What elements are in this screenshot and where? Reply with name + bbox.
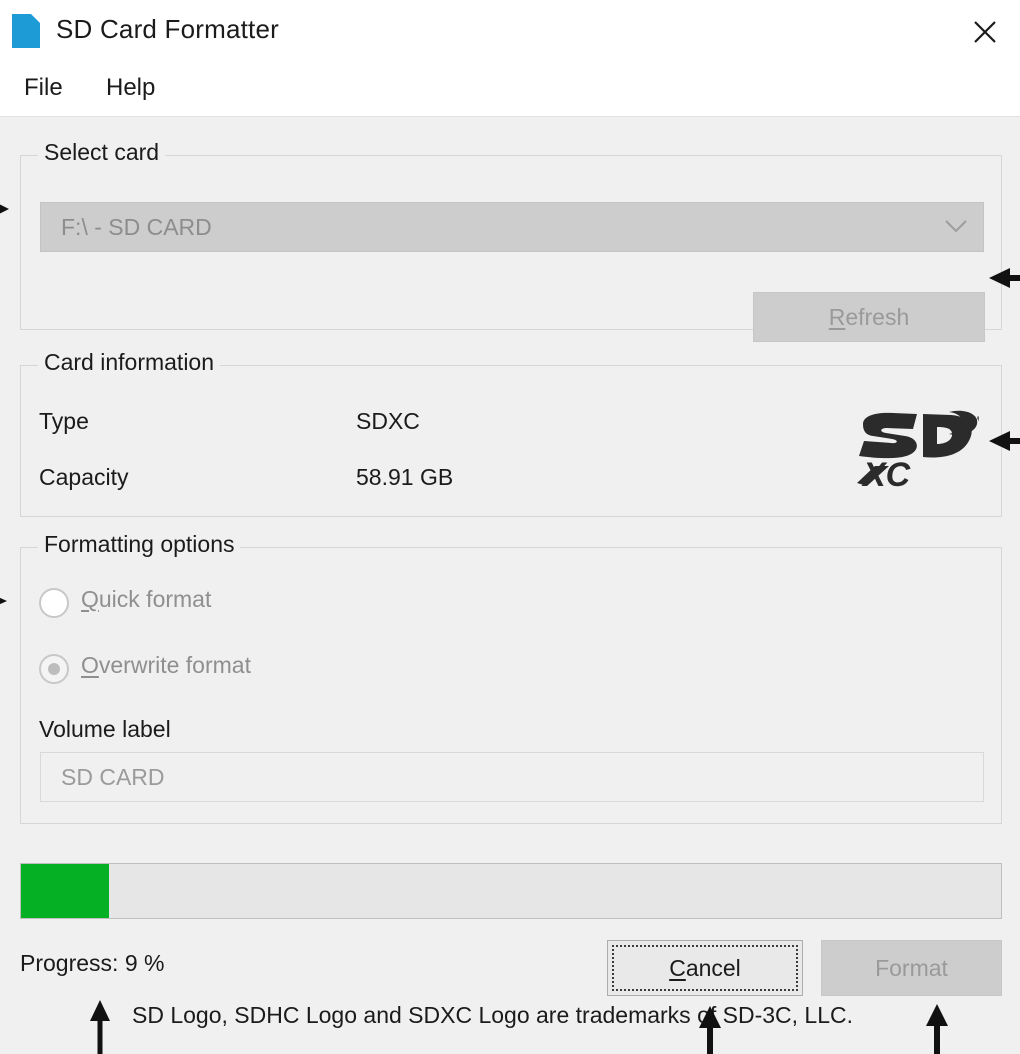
menu-bar: File Help (0, 62, 1020, 117)
refresh-button[interactable]: Refresh (753, 292, 985, 342)
card-information-legend: Card information (38, 349, 221, 376)
chevron-down-icon (945, 219, 967, 233)
sdxc-logo: ™ XC (853, 410, 983, 494)
radio-overwrite-format-label: Overwrite format (81, 652, 251, 678)
volume-label-input[interactable]: SD CARD (40, 752, 984, 802)
card-select-value: F:\ - SD CARD (61, 214, 212, 240)
radio-unchecked-icon (39, 588, 69, 618)
radio-checked-icon (39, 654, 69, 684)
select-card-legend: Select card (38, 139, 166, 166)
close-button[interactable] (950, 2, 1020, 58)
format-button[interactable]: Format (821, 940, 1002, 996)
formatting-options-legend: Formatting options (38, 531, 241, 558)
card-capacity-value: 58.91 GB (356, 464, 454, 490)
progress-bar-fill (21, 864, 110, 918)
svg-text:XC: XC (861, 456, 911, 488)
menu-item-help[interactable]: Help (100, 74, 161, 102)
radio-quick-format-label: Quick format (81, 586, 212, 612)
card-type-value: SDXC (356, 408, 420, 434)
card-information-group: Card information Type SDXC Capacity 58.9… (20, 349, 1002, 517)
svg-text:™: ™ (969, 415, 980, 427)
window-title: SD Card Formatter (56, 14, 280, 44)
refresh-button-label: Refresh (828, 304, 910, 330)
menu-item-file[interactable]: File (18, 74, 69, 102)
volume-label-caption: Volume label (39, 716, 171, 742)
progress-text: Progress: 9 % (20, 950, 165, 976)
formatting-options-group: Formatting options Quick format Overwrit… (20, 531, 1002, 824)
card-select-combobox[interactable]: F:\ - SD CARD (40, 202, 984, 252)
format-button-label: Format (875, 955, 948, 981)
cancel-button-label: Cancel (669, 955, 741, 981)
sd-card-icon (12, 14, 40, 48)
card-capacity-label: Capacity (39, 464, 129, 490)
card-type-label: Type (39, 408, 89, 434)
progress-bar (20, 863, 1002, 919)
title-bar: SD Card Formatter (0, 0, 1020, 62)
trademark-notice: SD Logo, SDHC Logo and SDXC Logo are tra… (132, 1002, 854, 1028)
select-card-group: Select card F:\ - SD CARD Refresh (20, 139, 1002, 342)
client-area: Select card F:\ - SD CARD Refresh Card i… (0, 117, 1020, 1054)
volume-label-value: SD CARD (61, 764, 165, 790)
sd-card-formatter-window: SD Card Formatter File Help Select card … (0, 0, 1020, 1054)
cancel-button[interactable]: Cancel (607, 940, 803, 996)
